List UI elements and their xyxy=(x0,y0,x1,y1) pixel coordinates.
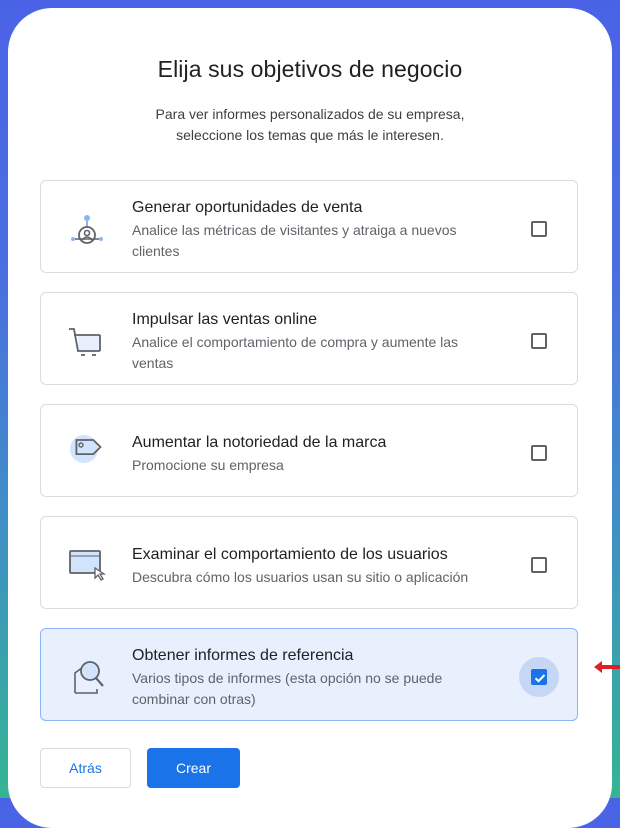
option-title: Examinar el comportamiento de los usuari… xyxy=(132,546,448,563)
checkbox-benchmark-reports[interactable] xyxy=(531,669,547,685)
option-card-benchmark-reports[interactable]: Obtener informes de referencia Varios ti… xyxy=(40,628,578,721)
description-line-2: clientes xyxy=(132,243,180,259)
option-title: Generar oportunidades de venta xyxy=(132,199,363,216)
option-description: Promocione su empresa xyxy=(132,455,522,476)
option-card-online-sales[interactable]: Impulsar las ventas online Analice el co… xyxy=(40,292,578,385)
back-button[interactable]: Atrás xyxy=(40,748,131,788)
subtitle-line-1: Para ver informes personalizados de su e… xyxy=(155,106,465,122)
option-title: Obtener informes de referencia xyxy=(132,647,354,664)
lead-target-icon xyxy=(71,215,103,244)
browser-cursor-icon xyxy=(69,550,107,581)
option-card-user-behavior[interactable]: Examinar el comportamiento de los usuari… xyxy=(40,516,578,609)
create-button[interactable]: Crear xyxy=(147,748,240,788)
page-subtitle: Para ver informes personalizados de su e… xyxy=(110,104,510,146)
option-card-brand-awareness[interactable]: Aumentar la notoriedad de la marca Promo… xyxy=(40,404,578,497)
description-line-2: combinar con otras) xyxy=(132,691,256,707)
option-card-leads[interactable]: Generar oportunidades de venta Analice l… xyxy=(40,180,578,273)
tag-icon xyxy=(70,435,102,463)
option-description: Descubra cómo los usuarios usan su sitio… xyxy=(132,567,522,588)
description-line-1: Analice las métricas de visitantes y atr… xyxy=(132,222,457,238)
option-description: Varios tipos de informes (esta opción no… xyxy=(132,668,522,710)
checkbox-user-behavior[interactable] xyxy=(531,557,547,573)
check-icon xyxy=(534,674,546,683)
shopping-cart-icon xyxy=(69,328,101,356)
option-description: Analice el comportamiento de compra y au… xyxy=(132,332,522,374)
report-magnifier-icon xyxy=(74,661,104,694)
option-title: Impulsar las ventas online xyxy=(132,311,317,328)
red-arrow-icon xyxy=(594,661,620,673)
description-line-1: Promocione su empresa xyxy=(132,457,284,473)
checkbox-leads[interactable] xyxy=(531,221,547,237)
description-line-1: Descubra cómo los usuarios usan su sitio… xyxy=(132,569,469,585)
checkbox-online-sales[interactable] xyxy=(531,333,547,349)
page-title: Elija sus objetivos de negocio xyxy=(157,56,463,82)
description-line-1: Analice el comportamiento de compra y au… xyxy=(132,334,459,350)
option-title: Aumentar la notoriedad de la marca xyxy=(132,434,387,451)
checkbox-brand-awareness[interactable] xyxy=(531,445,547,461)
description-line-2: ventas xyxy=(132,355,174,371)
subtitle-line-2: seleccione los temas que más le interese… xyxy=(176,127,444,143)
description-line-1: Varios tipos de informes (esta opción no… xyxy=(132,670,443,686)
option-description: Analice las métricas de visitantes y atr… xyxy=(132,220,522,262)
